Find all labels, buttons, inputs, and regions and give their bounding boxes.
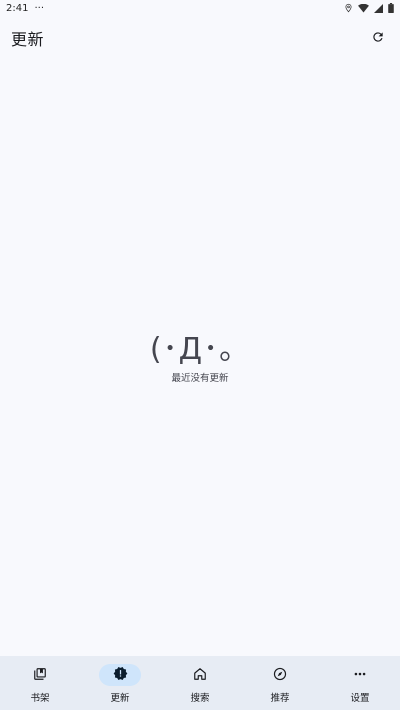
battery-icon <box>388 3 394 13</box>
more-icon <box>353 666 367 685</box>
top-app-bar: 更新 <box>0 18 400 58</box>
nav-item-explore[interactable]: 推荐 <box>240 656 320 710</box>
nav-label: 书架 <box>30 693 50 704</box>
nav-icon-container <box>99 664 141 686</box>
status-bar: 2:41 ··· <box>0 0 400 16</box>
nav-item-library[interactable]: 书架 <box>0 656 80 710</box>
status-left: 2:41 ··· <box>6 3 44 14</box>
page-title: 更新 <box>11 30 45 49</box>
empty-kaomoji: (･Д･。 <box>149 332 251 367</box>
nav-label: 设置 <box>350 693 370 704</box>
new-releases-icon <box>113 666 128 685</box>
nav-item-search[interactable]: 搜索 <box>160 656 240 710</box>
wifi-icon <box>358 3 369 13</box>
status-overflow: ··· <box>34 2 45 14</box>
nav-icon-container <box>19 664 61 686</box>
nav-label: 更新 <box>110 693 130 704</box>
status-time: 2:41 <box>6 2 29 14</box>
nav-icon-container <box>179 664 221 686</box>
nav-label: 推荐 <box>270 693 290 704</box>
library-icon <box>33 666 47 685</box>
signal-icon <box>374 3 383 13</box>
empty-message: 最近没有更新 <box>171 373 229 384</box>
explore-icon <box>273 666 287 685</box>
empty-state: (･Д･。 最近没有更新 <box>0 328 400 384</box>
location-icon <box>344 3 353 13</box>
nav-label: 搜索 <box>190 693 210 704</box>
bottom-navigation: 书架 更新 搜索 推荐 设置 <box>0 656 400 710</box>
nav-item-settings[interactable]: 设置 <box>320 656 400 710</box>
refresh-button[interactable] <box>366 26 390 50</box>
home-icon <box>193 666 207 685</box>
status-icons <box>344 3 394 13</box>
nav-icon-container <box>339 664 381 686</box>
refresh-icon <box>371 29 385 48</box>
nav-icon-container <box>259 664 301 686</box>
nav-item-updates[interactable]: 更新 <box>80 656 160 710</box>
